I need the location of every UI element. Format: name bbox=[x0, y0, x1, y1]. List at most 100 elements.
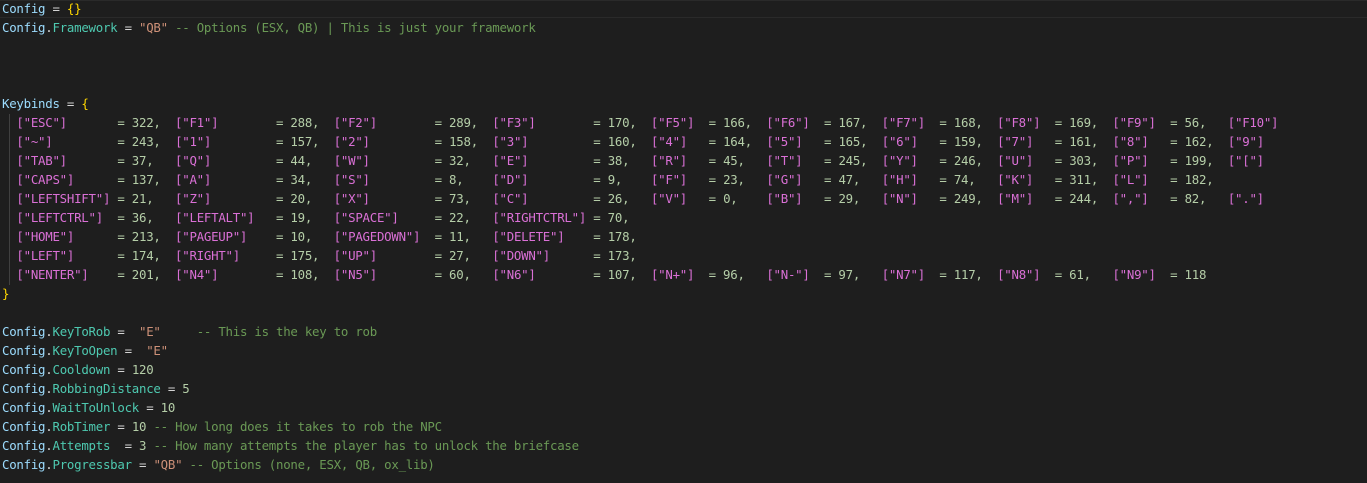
keybind-value: = 8, bbox=[369, 172, 493, 187]
keybind-key: ["SPACE"] bbox=[333, 210, 399, 225]
keybind-value: = 26, bbox=[528, 191, 651, 206]
keybind-row[interactable]: ["LEFT"] = 174, ["RIGHT"] = 175, ["UP"] … bbox=[2, 246, 636, 265]
keybind-key: ["["] bbox=[1227, 153, 1264, 168]
keybind-key: ["N9"] bbox=[1112, 267, 1156, 282]
settings-line-attempts[interactable]: Config.Attempts = 3 -- How many attempts… bbox=[2, 436, 579, 455]
code-editor[interactable]: Config = {} Config.Framework = "QB" -- O… bbox=[0, 0, 1367, 483]
keybind-key: ["LEFTCTRL"] bbox=[16, 210, 103, 225]
keybind-value: = 303, bbox=[1033, 153, 1113, 168]
assign-op: = bbox=[45, 1, 67, 16]
keybind-value: = 243, bbox=[52, 134, 176, 149]
keybind-row[interactable]: ["LEFTSHIFT"] = 21, ["Z"] = 20, ["X"] = … bbox=[2, 189, 1264, 208]
keybind-value: = 23, bbox=[687, 172, 767, 187]
settings-line-keytorob[interactable]: Config.KeyToRob = "E" -- This is the key… bbox=[2, 322, 377, 341]
setting-prop: RobbingDistance bbox=[52, 381, 161, 396]
setting-value: "E" bbox=[139, 324, 161, 339]
keybinds-open-brace: { bbox=[81, 96, 89, 111]
setting-value: 10 bbox=[131, 419, 147, 434]
settings-line-waittounlock[interactable]: Config.WaitToUnlock = 10 bbox=[2, 398, 175, 417]
keybind-value: = 167, bbox=[809, 115, 882, 130]
keybind-row[interactable]: ["~"] = 243, ["1"] = 157, ["2"] = 158, [… bbox=[2, 132, 1264, 151]
keybind-value: = 70, bbox=[586, 210, 630, 225]
keybind-key: ["N7"] bbox=[881, 267, 926, 282]
keybind-key: ["DELETE"] bbox=[492, 229, 565, 244]
keybind-value: = 47, bbox=[802, 172, 882, 187]
framework-comment: -- Options (ESX, QB) | This is just your… bbox=[167, 20, 536, 35]
setting-prop: WaitToUnlock bbox=[52, 400, 140, 415]
config-var: Config bbox=[2, 324, 46, 339]
settings-line-progressbar[interactable]: Config.Progressbar = "QB" -- Options (no… bbox=[2, 455, 435, 474]
settings-line-robtimer[interactable]: Config.RobTimer = 10 -- How long does it… bbox=[2, 417, 442, 436]
keybind-row[interactable]: ["LEFTCTRL"] = 36, ["LEFTALT"] = 19, ["S… bbox=[2, 208, 629, 227]
assign-op: = bbox=[110, 419, 132, 434]
setting-prop: Progressbar bbox=[52, 457, 132, 472]
keybind-value: = 164, bbox=[687, 134, 767, 149]
keybind-key: ["~"] bbox=[16, 134, 53, 149]
framework-value: "QB" bbox=[139, 20, 168, 35]
code-line-config[interactable]: Config = {} bbox=[2, 0, 82, 18]
keybind-key: ["Z"] bbox=[175, 191, 212, 206]
keybind-key: ["D"] bbox=[492, 172, 529, 187]
keybind-key: ["LEFTSHIFT"] bbox=[16, 191, 111, 206]
keybind-value: = 213, bbox=[74, 229, 176, 244]
keybind-value: = 322, bbox=[66, 115, 176, 130]
keybind-key: ["N5"] bbox=[333, 267, 378, 282]
keybind-key: ["U"] bbox=[997, 153, 1034, 168]
keybind-row[interactable]: ["NENTER"] = 201, ["N4"] = 108, ["N5"] =… bbox=[2, 265, 1206, 284]
config-var: Config bbox=[2, 457, 46, 472]
settings-line-robbingdistance[interactable]: Config.RobbingDistance = 5 bbox=[2, 379, 190, 398]
framework-prop: Framework bbox=[52, 20, 118, 35]
keybind-value: = 60, bbox=[376, 267, 493, 282]
current-line-highlight bbox=[0, 0, 1367, 18]
keybind-value: = 157, bbox=[211, 134, 334, 149]
setting-comment: -- This is the key to rob bbox=[160, 324, 378, 339]
keybind-row[interactable]: ["CAPS"] = 137, ["A"] = 34, ["S"] = 8, [… bbox=[2, 170, 1213, 189]
keybind-value: = 37, bbox=[66, 153, 176, 168]
code-line-keybinds-header[interactable]: Keybinds = { bbox=[2, 94, 89, 113]
keybind-value: = 246, bbox=[917, 153, 998, 168]
settings-line-cooldown[interactable]: Config.Cooldown = 120 bbox=[2, 360, 154, 379]
keybind-row[interactable]: ["HOME"] = 213, ["PAGEUP"] = 10, ["PAGED… bbox=[2, 227, 636, 246]
keybind-key: ["F5"] bbox=[650, 115, 695, 130]
keybinds-close-brace: } bbox=[2, 286, 10, 301]
keybind-row[interactable]: ["TAB"] = 37, ["Q"] = 44, ["W"] = 32, ["… bbox=[2, 151, 1264, 170]
setting-prop: RobTimer bbox=[52, 419, 111, 434]
keybind-row[interactable]: ["ESC"] = 322, ["F1"] = 288, ["F2"] = 28… bbox=[2, 113, 1278, 132]
setting-prop: Cooldown bbox=[52, 362, 111, 377]
assign-op: = bbox=[110, 362, 132, 377]
keybind-key: ["5"] bbox=[766, 134, 803, 149]
keybind-key: ["F9"] bbox=[1112, 115, 1156, 130]
keybind-value: = 108, bbox=[218, 267, 334, 282]
keybind-value: = 165, bbox=[802, 134, 882, 149]
code-line-framework[interactable]: Config.Framework = "QB" -- Options (ESX,… bbox=[2, 18, 536, 37]
setting-value: 10 bbox=[160, 400, 176, 415]
keybind-key: ["F10"] bbox=[1227, 115, 1279, 130]
config-var: Config bbox=[2, 343, 46, 358]
keybind-key: ["NENTER"] bbox=[16, 267, 89, 282]
config-var: Config bbox=[2, 20, 46, 35]
assign-op: = bbox=[110, 324, 140, 339]
keybind-key: ["N8"] bbox=[997, 267, 1041, 282]
keybind-value: = 199, bbox=[1148, 153, 1228, 168]
setting-comment: -- Options (none, ESX, QB, ox_lib) bbox=[182, 457, 435, 472]
keybind-value: = 0, bbox=[687, 191, 767, 206]
keybind-key: ["T"] bbox=[766, 153, 803, 168]
keybind-value: = 74, bbox=[917, 172, 998, 187]
keybind-key: ["1"] bbox=[175, 134, 212, 149]
keybind-value: = 56, bbox=[1155, 115, 1228, 130]
keybind-key: ["."] bbox=[1227, 191, 1264, 206]
keybind-value: = 61, bbox=[1040, 267, 1113, 282]
keybind-value: = 29, bbox=[802, 191, 882, 206]
keybind-value: = 45, bbox=[687, 153, 767, 168]
assign-op: = bbox=[59, 96, 82, 111]
keybind-value: = 32, bbox=[369, 153, 493, 168]
keybind-key: ["N"] bbox=[881, 191, 918, 206]
code-line-keybinds-close[interactable]: } bbox=[2, 284, 9, 303]
keybind-value: = 158, bbox=[369, 134, 493, 149]
keybind-value: = 166, bbox=[694, 115, 767, 130]
settings-line-keytoopen[interactable]: Config.KeyToOpen = "E" bbox=[2, 341, 168, 360]
keybind-key: ["A"] bbox=[175, 172, 212, 187]
